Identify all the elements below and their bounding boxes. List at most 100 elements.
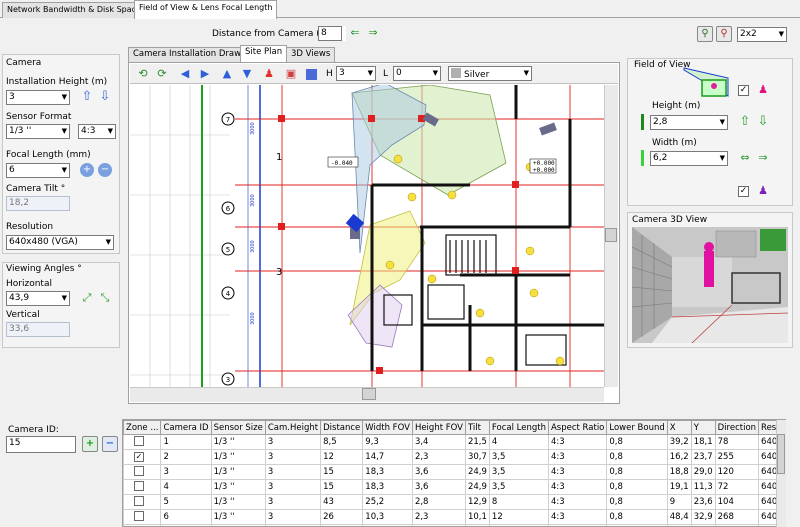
resolution-select[interactable]: 640x480 (VGA) ▼: [6, 235, 114, 250]
zone-checkbox[interactable]: [134, 435, 144, 446]
camera-icon[interactable]: ▣: [284, 67, 298, 81]
table-cell[interactable]: 15: [320, 464, 364, 480]
table-cell[interactable]: 3,4: [411, 434, 466, 450]
table-cell[interactable]: 4:3: [547, 464, 608, 480]
table-cell[interactable]: 18,1: [690, 434, 716, 450]
tab-field-of-view[interactable]: Field of View & Lens Focal Length: [134, 0, 278, 19]
show-object-checkbox[interactable]: ✓: [738, 186, 749, 197]
table-row[interactable]: 51/3 ''34325,22,812,984:30,8923,6104640x…: [123, 494, 785, 510]
table-cell[interactable]: 10,3: [362, 509, 413, 525]
table-cell[interactable]: 0,8: [606, 479, 668, 495]
column-header[interactable]: Sensor Size: [210, 420, 266, 435]
table-cell[interactable]: 12: [320, 449, 364, 465]
person-icon[interactable]: ♟: [262, 67, 276, 81]
table-row[interactable]: 1 1/3 '' 3 8,5 9,3 3,4 21,5 4 4:3 0,8 39,2 18,1 78 64…: [123, 434, 785, 450]
table-cell[interactable]: 3: [264, 494, 322, 510]
zone-checkbox[interactable]: ✓: [134, 452, 144, 462]
tab-site-plan[interactable]: Site Plan: [240, 45, 288, 63]
table-cell[interactable]: 1: [160, 434, 212, 450]
table-cell[interactable]: 1/3 '': [210, 449, 266, 465]
table-cell[interactable]: 3: [264, 509, 322, 525]
table-cell[interactable]: 3: [264, 479, 322, 495]
zoom-out-icon[interactable]: ⚲: [716, 26, 732, 42]
table-cell[interactable]: 1/3 '': [210, 494, 266, 510]
table-cell[interactable]: 0,8: [606, 449, 668, 465]
table-cell[interactable]: 3,5: [488, 449, 549, 465]
table-cell[interactable]: 4:3: [547, 509, 608, 525]
table-row[interactable]: 3 1/3 '' 3 15 18,3 3,6 24,9 3,5 4:3 0,8 18,8 29,0 12…: [123, 464, 785, 480]
table-cell[interactable]: 1/3 '': [210, 479, 266, 495]
move-down-icon[interactable]: ▼: [240, 67, 254, 81]
sensor-format-select[interactable]: 1/3 '' ▼: [6, 124, 70, 139]
table-cell[interactable]: 19,1: [666, 479, 692, 495]
column-header[interactable]: Focal Length: [488, 420, 549, 435]
table-cell[interactable]: 48,4: [666, 509, 692, 525]
table-cell[interactable]: 39,2: [666, 434, 692, 450]
table-cell[interactable]: 15: [320, 479, 364, 495]
vertical-scroll-thumb[interactable]: [605, 228, 617, 242]
table-cell[interactable]: 43: [320, 494, 364, 510]
plus-icon[interactable]: +: [80, 163, 94, 177]
table-cell[interactable]: 9,3: [362, 434, 413, 450]
zone-checkbox-cell[interactable]: [123, 464, 162, 480]
site-plan-canvas[interactable]: 1 3 -0.040 +0.000 +0.000 3000 3000 3000 …: [130, 85, 604, 387]
table-cell[interactable]: 3: [264, 464, 322, 480]
table-row[interactable]: 4 1/3 '' 3 15 18,3 3,6 24,9 3,5 4:3 0,8 19,1 11,3 72…: [123, 479, 785, 495]
table-cell[interactable]: 6: [160, 509, 212, 525]
zone-checkbox-cell[interactable]: [123, 494, 162, 510]
table-cell[interactable]: 3,6: [411, 479, 466, 495]
column-header[interactable]: Distance: [320, 420, 364, 435]
table-cell[interactable]: 21,5: [464, 434, 490, 450]
table-cell[interactable]: 10,1: [464, 509, 490, 525]
h-select[interactable]: 3 ▼: [336, 66, 376, 81]
table-cell[interactable]: 2: [160, 449, 212, 465]
table-cell[interactable]: 23,7: [690, 449, 716, 465]
decrease-width-icon[interactable]: ⇒: [756, 151, 770, 165]
zone-checkbox[interactable]: [134, 480, 144, 491]
table-cell[interactable]: 4: [160, 479, 212, 495]
table-cell[interactable]: 8: [488, 494, 549, 510]
table-cell[interactable]: 9: [666, 494, 692, 510]
table-cell[interactable]: 3,5: [488, 479, 549, 495]
table-cell[interactable]: 0,8: [606, 494, 668, 510]
column-header[interactable]: Cam.Height: [264, 420, 322, 435]
column-header[interactable]: Camera ID: [160, 420, 212, 435]
table-cell[interactable]: 14,7: [362, 449, 413, 465]
table-cell[interactable]: 3: [264, 449, 322, 465]
tab-3d-views[interactable]: 3D Views: [286, 47, 336, 62]
zone-checkbox-cell[interactable]: ✓: [123, 449, 162, 465]
zone-checkbox[interactable]: [134, 465, 144, 476]
table-cell[interactable]: 4:3: [547, 434, 608, 450]
fov-width-select[interactable]: 6,2 ▼: [650, 151, 728, 166]
table-cell[interactable]: 0,8: [606, 464, 668, 480]
table-cell[interactable]: 11,3: [690, 479, 716, 495]
move-up-icon[interactable]: ▲: [220, 67, 234, 81]
table-cell[interactable]: 18,8: [666, 464, 692, 480]
add-camera-button[interactable]: +: [82, 436, 98, 452]
table-cell[interactable]: 29,0: [690, 464, 716, 480]
zone-checkbox[interactable]: [134, 510, 144, 521]
column-header[interactable]: Lower Bound: [606, 420, 668, 435]
table-cell[interactable]: 8,5: [320, 434, 364, 450]
table-row[interactable]: 6 1/3 '' 3 26 10,3 2,3 10,1 12 4:3 0,8 48,4 32,9 268…: [123, 509, 785, 525]
color-select[interactable]: Silver ▼: [448, 66, 532, 81]
move-left-icon[interactable]: ◀: [178, 67, 192, 81]
table-cell[interactable]: 255: [714, 449, 760, 465]
table-cell[interactable]: 2,3: [411, 509, 466, 525]
table-cell[interactable]: 72: [714, 479, 760, 495]
table-cell[interactable]: 1/3 '': [210, 434, 266, 450]
increase-height-icon[interactable]: ⇧: [738, 115, 752, 129]
installation-height-select[interactable]: 3 ▼: [6, 90, 70, 105]
rotate-right-icon[interactable]: ⟳: [155, 67, 169, 81]
column-header[interactable]: Direction: [714, 420, 760, 435]
table-cell[interactable]: 1/3 '': [210, 464, 266, 480]
table-cell[interactable]: 3: [264, 434, 322, 450]
table-cell[interactable]: 32,9: [690, 509, 716, 525]
column-header[interactable]: Tilt: [464, 420, 490, 435]
table-cell[interactable]: 4:3: [547, 449, 608, 465]
table-cell[interactable]: 0,8: [606, 509, 668, 525]
collapse-icon[interactable]: ⤡: [98, 291, 112, 305]
zone-checkbox-cell[interactable]: [123, 434, 162, 450]
table-scroll-thumb[interactable]: [777, 434, 785, 474]
table-cell[interactable]: 4:3: [547, 494, 608, 510]
